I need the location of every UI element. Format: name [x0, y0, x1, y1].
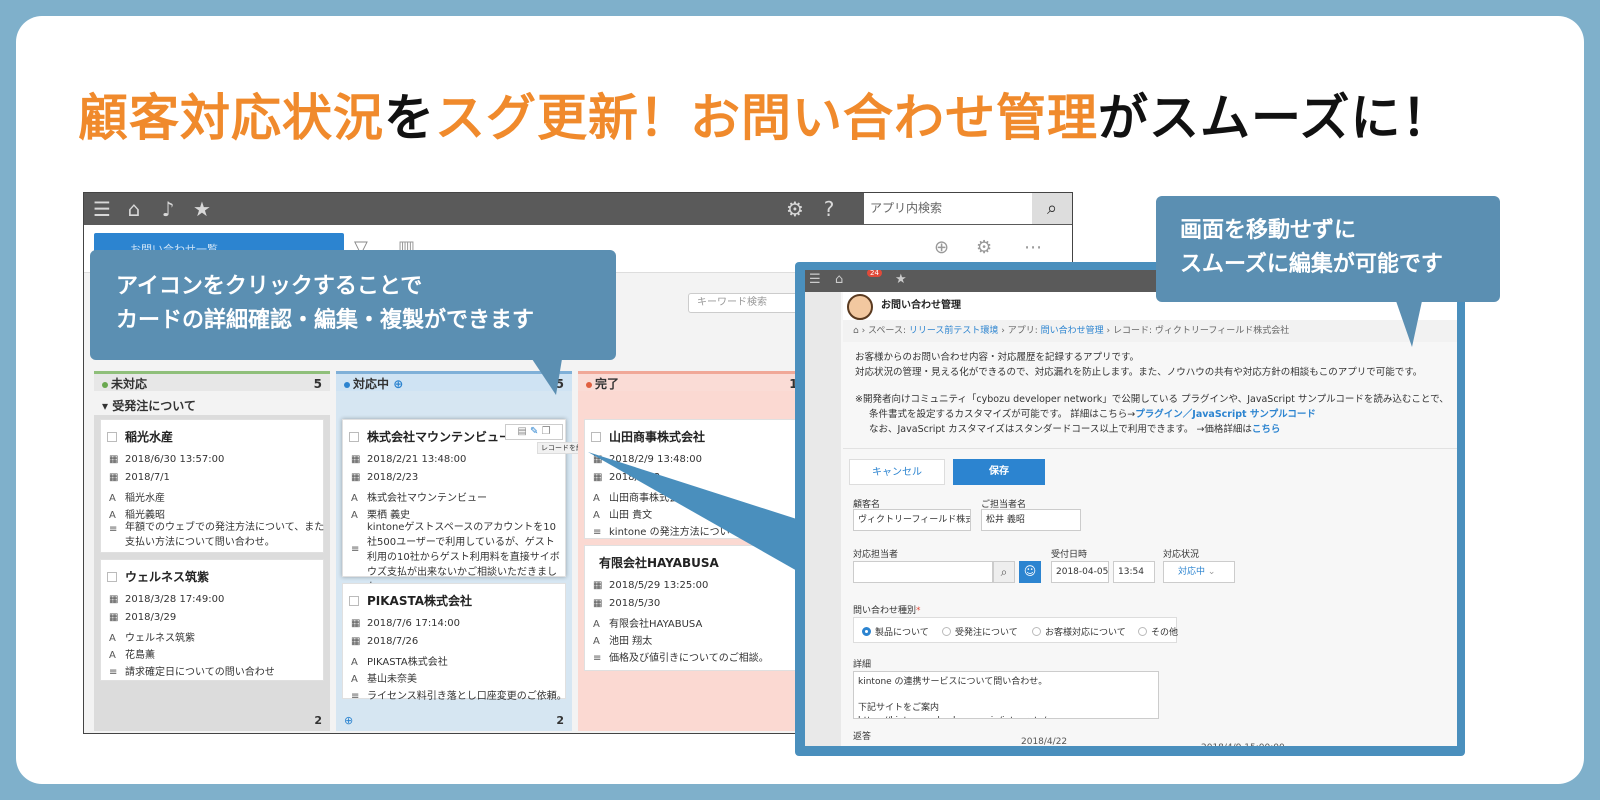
customer-input[interactable]: ヴィクトリーフィールド株式会社 [853, 509, 971, 531]
radio-circle [1032, 627, 1041, 636]
desc-line: お客様からのお問い合わせ内容・対応履歴を記録するアプリです。 [855, 352, 1140, 363]
slash: ／ [1182, 409, 1193, 420]
breadcrumb-space-prefix: スペース: [868, 326, 909, 336]
breadcrumb-app[interactable]: 問い合わせ管理 [1041, 326, 1104, 336]
background-datetime: 2018/4/9 15:00:00 [1201, 743, 1285, 746]
inquiry-type-label: 問い合わせ種別* [853, 603, 921, 616]
save-button[interactable]: 保存 [953, 459, 1045, 485]
home-icon[interactable]: ⌂ [853, 326, 859, 336]
desc-line: ※開発者向けコミュニティ「cybozu developer network」で公… [855, 394, 1449, 405]
avatar [847, 294, 873, 320]
banner-frame: 顧客対応状況をスグ更新！お問い合わせ管理がスムーズに！ ☰ ⌂ ♪ ★ ⚙ ? … [16, 16, 1584, 784]
inquiry-type-option[interactable]: 製品について [862, 625, 929, 638]
record-edit-panel: ☰ ⌂ 24 ★ お問い合わせ管理 ⌂ › スペース: リリース前テスト環境 ›… [795, 262, 1465, 756]
home-icon[interactable]: ⌂ [835, 272, 843, 287]
desc-line: なお、JavaScript カスタマイズはスタンダードコース以上で利用できます。… [855, 422, 1449, 437]
panel-sidebar [805, 292, 841, 746]
desc-line: 対応状況の管理・見える化ができるので、対応漏れを防止します。また、ノウハウの共有… [855, 367, 1423, 378]
cancel-button[interactable]: キャンセル [849, 459, 945, 485]
received-label: 受付日時 [1051, 550, 1088, 560]
chevron-down-icon: ⌄ [1207, 567, 1216, 577]
radio-label: その他 [1151, 628, 1179, 638]
app-description: お客様からのお問い合わせ内容・対応履歴を記録するアプリです。 対応状況の管理・見… [855, 350, 1449, 437]
background-date: 2018/4/22 [1021, 737, 1068, 746]
radio-label: 受発注について [955, 628, 1018, 638]
status-value: 対応中 [1178, 567, 1206, 577]
detail-line [858, 689, 1154, 702]
breadcrumb-app-prefix: アプリ: [1007, 326, 1041, 336]
breadcrumb: ⌂ › スペース: リリース前テスト環境 › アプリ: 問い合わせ管理 › レコ… [843, 320, 1457, 342]
callout-inline-edit: 画面を移動せずに スムーズに編集が可能です [1156, 196, 1500, 302]
callout-tail [1396, 301, 1422, 347]
detail-line: kintone の連携サービスについて問い合わせ。 [858, 677, 1048, 687]
desc-text: なお、JavaScript カスタマイズはスタンダードコース以上で利用できます。… [869, 424, 1252, 435]
callout-line: スムーズに編集が可能です [1180, 252, 1443, 277]
callout-tail [532, 359, 562, 395]
status-select[interactable]: 対応中 ⌄ [1163, 561, 1235, 583]
breadcrumb-record: レコード: ヴィクトリーフィールド株式会社 [1113, 326, 1290, 336]
inquiry-type-radio-group: 製品について 受発注について お客様対応について その他 [853, 617, 1178, 643]
radio-label: 製品について [875, 628, 929, 638]
required-mark: * [916, 606, 921, 616]
plugin-link[interactable]: プラグイン [1135, 409, 1183, 420]
notification-badge: 24 [867, 270, 882, 277]
callout-line: アイコンをクリックすることで [116, 274, 423, 299]
menu-icon[interactable]: ☰ [809, 272, 821, 287]
received-time-input[interactable]: 13:54 [1113, 561, 1155, 583]
app-title: お問い合わせ管理 [881, 300, 961, 311]
detail-line: https://kintone-sol.cybozu.co.jp/integra… [858, 715, 1154, 718]
user-select-icon[interactable]: ☺ [1019, 561, 1041, 583]
desc-text: 条件書式を設定するカスタマイズが可能です。 詳細はこちら→ [869, 409, 1136, 420]
detail-label: 詳細 [853, 660, 872, 670]
star-icon[interactable]: ★ [895, 272, 907, 287]
radio-circle [862, 627, 871, 636]
panel-inner: ☰ ⌂ 24 ★ お問い合わせ管理 ⌂ › スペース: リリース前テスト環境 ›… [805, 270, 1457, 746]
pricing-link[interactable]: こちら [1252, 424, 1281, 435]
callout-card-actions: アイコンをクリックすることで カードの詳細確認・編集・複製ができます [90, 250, 616, 360]
handler-input[interactable] [853, 561, 993, 583]
contact-input[interactable]: 松井 義昭 [981, 509, 1081, 531]
js-sample-link[interactable]: JavaScript サンプルコード [1192, 409, 1316, 420]
search-icon[interactable]: ⌕ [993, 561, 1015, 583]
callout-line: 画面を移動せずに [1180, 218, 1357, 243]
radio-circle [1138, 627, 1147, 636]
detail-line: 下記サイトをご案内 [858, 703, 940, 713]
detail-textarea[interactable]: kintone の連携サービスについて問い合わせ。 下記サイトをご案内 https… [853, 671, 1159, 719]
inquiry-type-option[interactable]: 受発注について [942, 625, 1018, 638]
inquiry-type-option[interactable]: その他 [1138, 625, 1178, 638]
callout-line: カードの詳細確認・編集・複製ができます [116, 308, 535, 333]
status-label: 対応状況 [1163, 550, 1200, 560]
radio-label: お客様対応について [1045, 628, 1126, 638]
handler-label: 対応担当者 [853, 550, 899, 560]
record-form: キャンセル 保存 顧客名 ヴィクトリーフィールド株式会社 ご担当者名 松井 義昭… [843, 448, 1457, 746]
inquiry-type-text: 問い合わせ種別 [853, 606, 917, 616]
desc-line: 条件書式を設定するカスタマイズが可能です。 詳細はこちら→プラグイン／JavaS… [855, 407, 1449, 422]
received-date-input[interactable]: 2018-04-05 [1051, 561, 1109, 583]
breadcrumb-space[interactable]: リリース前テスト環境 [909, 326, 999, 336]
inquiry-type-option[interactable]: お客様対応について [1032, 625, 1126, 638]
reply-label: 返答 [853, 732, 872, 742]
pointer-wedge-shape [588, 452, 806, 576]
radio-circle [942, 627, 951, 636]
